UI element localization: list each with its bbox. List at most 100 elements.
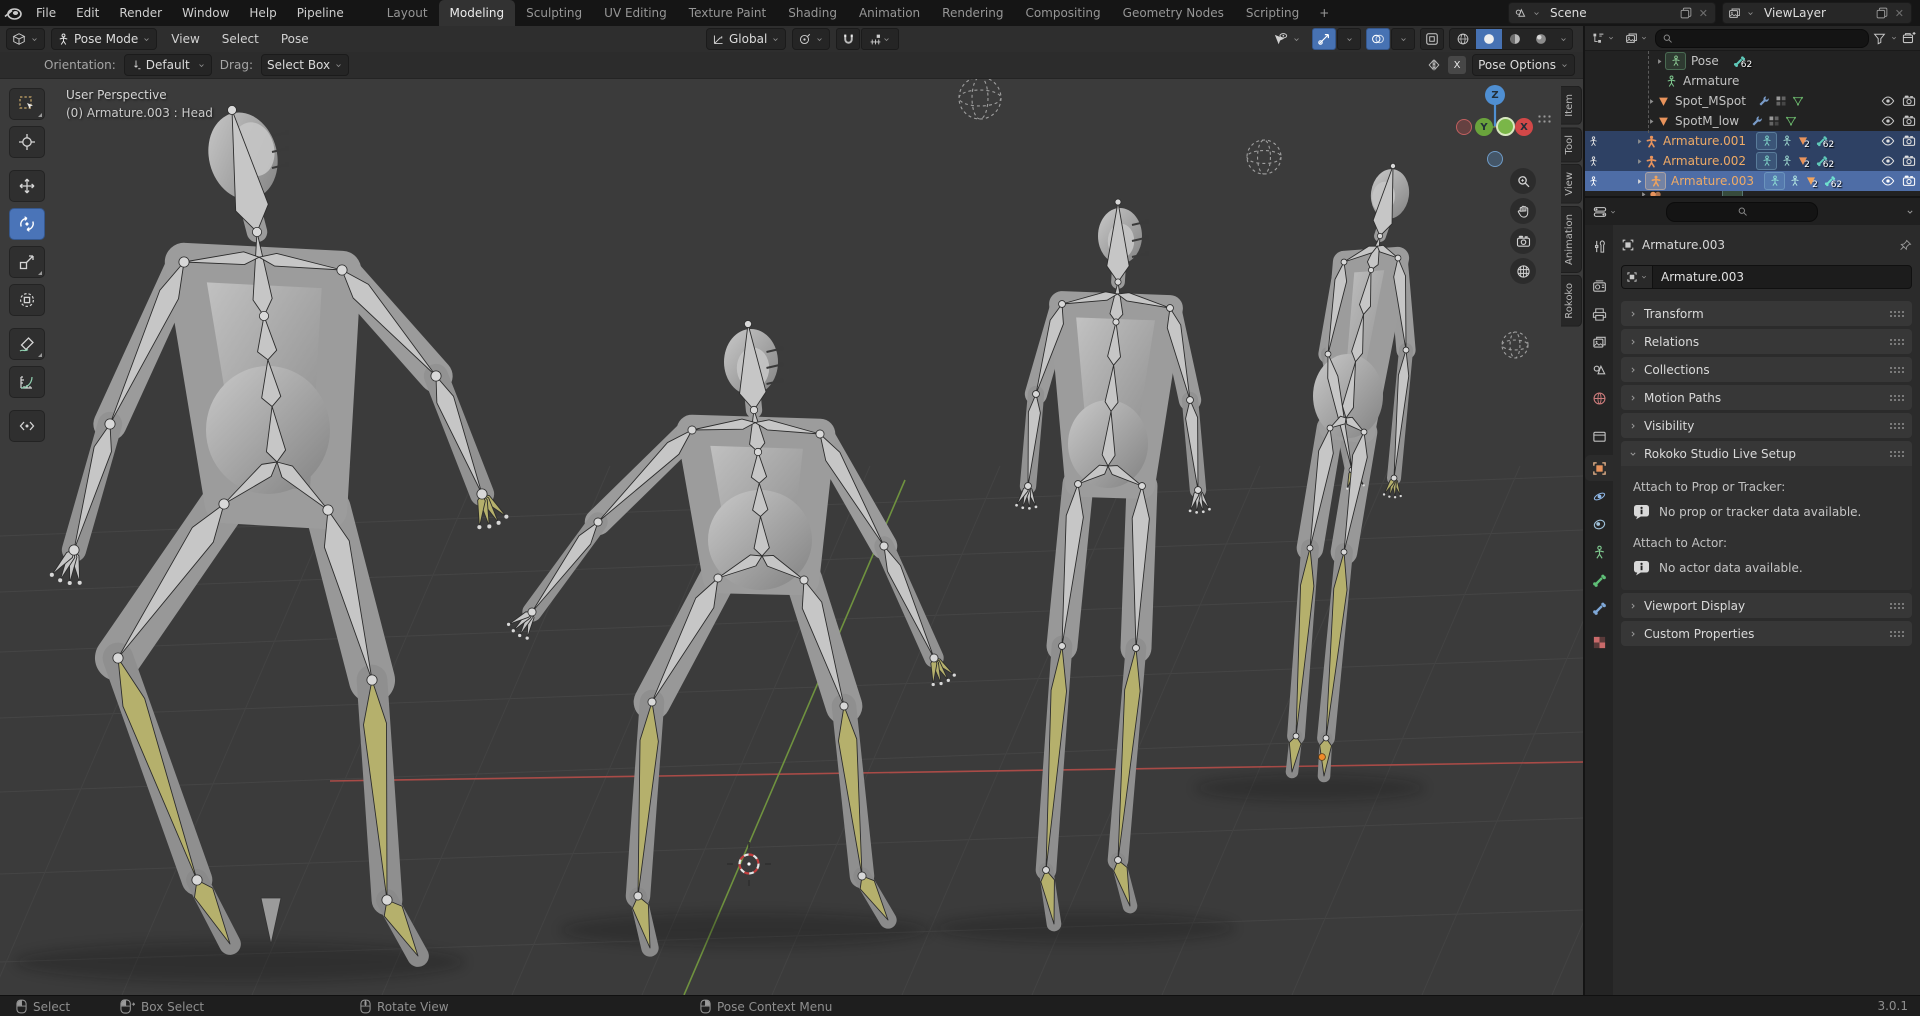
tab-shading[interactable]: Shading	[777, 0, 848, 26]
outliner-filter-type-dropdown[interactable]	[1622, 27, 1651, 49]
ptab-scene[interactable]	[1585, 357, 1613, 383]
object-name-field[interactable]: Armature.003	[1621, 265, 1912, 289]
gizmo-dropdown[interactable]	[1337, 28, 1361, 50]
ptab-view-layer[interactable]	[1585, 329, 1613, 355]
tab-animation[interactable]: Animation	[1561, 205, 1582, 273]
object-id-icon[interactable]	[1622, 266, 1653, 288]
gizmo-x-negative-ball[interactable]	[1456, 119, 1472, 135]
render-visibility-camera-icon[interactable]	[1902, 134, 1916, 148]
navigation-gizmo[interactable]: Z Y X	[1455, 85, 1535, 169]
expand-caret-icon[interactable]	[1645, 97, 1657, 106]
expand-caret-icon[interactable]	[1633, 157, 1645, 166]
tab-geometry-nodes[interactable]: Geometry Nodes	[1112, 0, 1235, 26]
drag-dots-icon[interactable]	[1889, 421, 1905, 430]
tool-pose-breakdowner[interactable]	[9, 410, 45, 442]
drag-dots-icon[interactable]	[1889, 449, 1905, 458]
pose-options-dropdown[interactable]: Pose Options	[1472, 54, 1575, 76]
tool-scale[interactable]	[9, 246, 45, 278]
new-scene-icon[interactable]	[1680, 7, 1692, 19]
unlink-scene-icon[interactable]: ✕	[1697, 7, 1710, 20]
ptab-texture[interactable]	[1585, 629, 1613, 655]
pan-view-button[interactable]	[1510, 198, 1536, 224]
ptab-bone[interactable]	[1585, 567, 1613, 593]
tab-scripting[interactable]: Scripting	[1235, 0, 1310, 26]
tab-rendering[interactable]: Rendering	[931, 0, 1014, 26]
toggle-xray-button[interactable]	[1420, 28, 1444, 50]
ptab-render[interactable]	[1585, 273, 1613, 299]
tool-annotate[interactable]	[9, 328, 45, 360]
render-visibility-camera-icon[interactable]	[1902, 94, 1916, 108]
gizmo-z-negative-ball[interactable]	[1487, 151, 1503, 167]
tab-texture-paint[interactable]: Texture Paint	[678, 0, 777, 26]
outliner-row-spot-mspot[interactable]: Spot_MSpot	[1585, 91, 1920, 111]
expand-caret-icon[interactable]	[1645, 117, 1657, 126]
blender-logo-icon[interactable]	[0, 0, 26, 26]
tab-item[interactable]: Item	[1561, 86, 1582, 125]
expand-caret-icon[interactable]	[1633, 177, 1645, 186]
drag-select-box-dropdown[interactable]: Select Box	[260, 54, 350, 76]
menu-pipeline[interactable]: Pipeline	[287, 0, 354, 26]
outliner-row-armature-data[interactable]: Armature	[1585, 71, 1920, 91]
panel-visibility[interactable]: Visibility	[1621, 413, 1912, 438]
properties-search-input[interactable]	[1666, 201, 1819, 222]
outliner-search-input[interactable]	[1655, 28, 1869, 48]
outliner-row-pose[interactable]: Pose 62	[1585, 51, 1920, 71]
menu-select[interactable]: Select	[214, 32, 267, 46]
ptab-bone-constraint[interactable]	[1585, 595, 1613, 621]
mirror-x-toggle[interactable]: X	[1448, 56, 1467, 74]
expand-caret-icon[interactable]	[1633, 137, 1645, 146]
tab-view[interactable]: View	[1561, 164, 1582, 204]
ptab-physics[interactable]	[1585, 483, 1613, 509]
render-visibility-camera-icon[interactable]	[1902, 174, 1916, 188]
view-layer-selector[interactable]: ViewLayer ✕	[1722, 2, 1912, 24]
shading-dropdown[interactable]	[1554, 29, 1572, 49]
outliner-row-armature-002[interactable]: Armature.002 2 62	[1585, 151, 1920, 171]
properties-editor-type-dropdown[interactable]	[1590, 201, 1620, 223]
ptab-constraints[interactable]	[1585, 511, 1613, 537]
remove-view-layer-icon[interactable]: ✕	[1893, 7, 1906, 20]
tool-transform[interactable]	[9, 284, 45, 316]
gizmo-x-axis[interactable]: X	[1515, 118, 1533, 136]
gizmo-y-positive-ball[interactable]	[1496, 117, 1515, 136]
menu-edit[interactable]: Edit	[66, 0, 109, 26]
ptab-armature-data[interactable]	[1585, 539, 1613, 565]
eye-icon[interactable]	[1881, 174, 1895, 188]
tab-modeling[interactable]: Modeling	[438, 0, 516, 26]
outliner-row-spotm-low[interactable]: SpotM_low	[1585, 111, 1920, 131]
outliner-display-mode-dropdown[interactable]	[1589, 27, 1618, 49]
breadcrumb-object-name[interactable]: Armature.003	[1642, 238, 1725, 252]
panel-custom-properties[interactable]: Custom Properties	[1621, 621, 1912, 646]
show-overlays-toggle[interactable]	[1366, 28, 1390, 50]
tool-measure[interactable]	[9, 366, 45, 398]
snap-toggle[interactable]	[836, 28, 861, 50]
panel-viewport-display[interactable]: Viewport Display	[1621, 593, 1912, 618]
gizmo-y-axis[interactable]: Y	[1475, 118, 1493, 136]
pivot-point-selector[interactable]	[792, 28, 831, 50]
gizmo-z-axis[interactable]: Z	[1485, 85, 1505, 105]
new-collection-icon[interactable]	[1902, 31, 1916, 45]
menu-render[interactable]: Render	[109, 0, 172, 26]
shading-solid-button[interactable]	[1476, 29, 1502, 49]
add-workspace-button[interactable]: +	[1310, 0, 1338, 26]
menu-file[interactable]: File	[26, 0, 66, 26]
tool-rotate[interactable]	[9, 208, 45, 240]
tab-tool[interactable]: Tool	[1561, 126, 1582, 163]
eye-icon[interactable]	[1881, 114, 1895, 128]
zoom-view-button[interactable]	[1510, 168, 1536, 194]
menu-help[interactable]: Help	[239, 0, 286, 26]
ptab-output[interactable]	[1585, 301, 1613, 327]
ptab-tool[interactable]	[1585, 233, 1613, 259]
panel-transform[interactable]: Transform	[1621, 301, 1912, 326]
options-chevron-icon[interactable]	[1905, 207, 1915, 217]
outliner-row-armature-003[interactable]: Armature.003 2 62	[1585, 171, 1920, 191]
panel-relations[interactable]: Relations	[1621, 329, 1912, 354]
ptab-world[interactable]	[1585, 385, 1613, 411]
expand-caret-icon[interactable]	[1653, 57, 1665, 66]
mode-selector[interactable]: Pose Mode	[51, 28, 158, 50]
new-view-layer-icon[interactable]	[1876, 7, 1888, 19]
scene-selector[interactable]: Scene ✕	[1508, 2, 1716, 24]
ptab-collection[interactable]	[1585, 423, 1613, 449]
drag-dots-icon[interactable]	[1889, 393, 1905, 402]
tab-rokoko[interactable]: Rokoko	[1561, 274, 1582, 327]
area-splitter-horizontal[interactable]	[1585, 196, 1920, 198]
